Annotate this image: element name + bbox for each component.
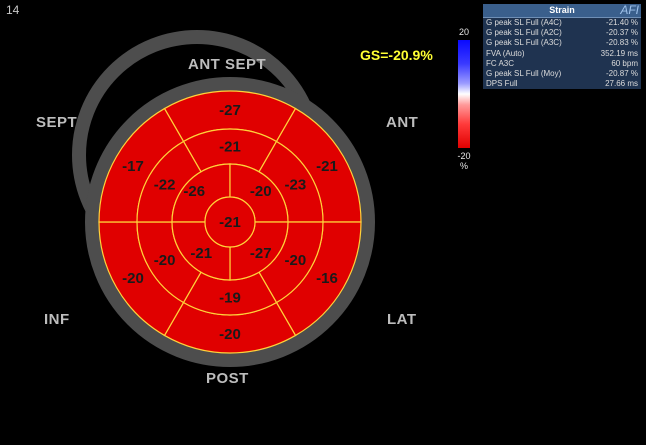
panel-brand: AFI bbox=[620, 3, 639, 17]
mid-segment-value: -20 bbox=[154, 252, 176, 269]
panel-row-value: 60 bpm bbox=[611, 58, 638, 68]
wall-label-ant-sept: ANT SEPT bbox=[188, 56, 267, 73]
panel-row-label: G peak SL Full (A4C) bbox=[486, 18, 562, 27]
mid-segment-value: -19 bbox=[219, 290, 241, 307]
mid-segment-value: -21 bbox=[219, 139, 241, 156]
global-strain-label: GS=-20.9% bbox=[360, 47, 433, 63]
panel-row-value: -21.40 % bbox=[605, 18, 638, 27]
panel-row: DPS Full 27.66 ms bbox=[483, 79, 641, 89]
basal-segment-value: -20 bbox=[219, 326, 241, 343]
panel-row-label: G peak SL Full (A2C) bbox=[486, 28, 562, 38]
scale-gradient-bar bbox=[458, 40, 470, 148]
strain-results-panel: Strain AFI G peak SL Full (A4C) -21.40 % G… bbox=[483, 3, 641, 90]
mid-segment-value: -20 bbox=[285, 252, 307, 269]
panel-row-value: 27.66 ms bbox=[605, 79, 638, 89]
apical-segment-value: -20 bbox=[250, 183, 272, 200]
panel-row-value: -20.87 % bbox=[605, 68, 638, 78]
panel-title: Strain bbox=[549, 5, 575, 15]
basal-segment-value: -16 bbox=[316, 270, 338, 287]
basal-segment-value: -20 bbox=[122, 270, 144, 287]
panel-row-label: FC A3C bbox=[486, 58, 515, 68]
apex-segment-value: -21 bbox=[219, 214, 241, 231]
basal-segment-value: -27 bbox=[219, 102, 241, 119]
wall-label-post: POST bbox=[206, 370, 249, 387]
panel-row-value: 352.19 ms bbox=[600, 48, 638, 58]
panel-row: G peak SL Full (A4C) -21.40 % bbox=[483, 18, 641, 28]
apical-segment-value: -26 bbox=[183, 183, 205, 200]
scale-min-label: -20 bbox=[457, 151, 471, 161]
scale-unit-label: % bbox=[459, 161, 468, 171]
panel-row: FC A3C 60 bpm bbox=[483, 59, 641, 69]
wall-label-sept: SEPT bbox=[36, 114, 78, 131]
wall-label-inf: INF bbox=[44, 311, 70, 328]
basal-segment-value: -21 bbox=[316, 158, 338, 175]
apical-segment-value: -21 bbox=[190, 245, 212, 262]
panel-row: G peak SL Full (A3C) -20.83 % bbox=[483, 38, 641, 48]
scale-max-label: 20 bbox=[458, 27, 469, 37]
panel-row-label: G peak SL Full (Moy) bbox=[486, 68, 562, 78]
panel-row: FVA (Auto) 352.19 ms bbox=[483, 49, 641, 59]
basal-segment-value: -17 bbox=[122, 158, 144, 175]
mid-segment-value: -22 bbox=[154, 176, 176, 193]
mid-segment-value: -23 bbox=[285, 176, 307, 193]
panel-row: G peak SL Full (Moy) -20.87 % bbox=[483, 69, 641, 79]
panel-row-label: DPS Full bbox=[486, 79, 518, 89]
panel-row: G peak SL Full (A2C) -20.37 % bbox=[483, 28, 641, 38]
wall-label-lat: LAT bbox=[387, 311, 417, 328]
panel-row-label: FVA (Auto) bbox=[486, 48, 525, 58]
panel-row-value: -20.83 % bbox=[605, 38, 638, 48]
strain-color-scale: 20 -20 % bbox=[455, 27, 473, 171]
panel-row-value: -20.37 % bbox=[605, 28, 638, 38]
apical-segment-value: -27 bbox=[250, 245, 272, 262]
panel-row-label: G peak SL Full (A3C) bbox=[486, 38, 562, 48]
panel-header: Strain AFI bbox=[483, 3, 641, 18]
wall-label-ant: ANT bbox=[386, 114, 419, 131]
